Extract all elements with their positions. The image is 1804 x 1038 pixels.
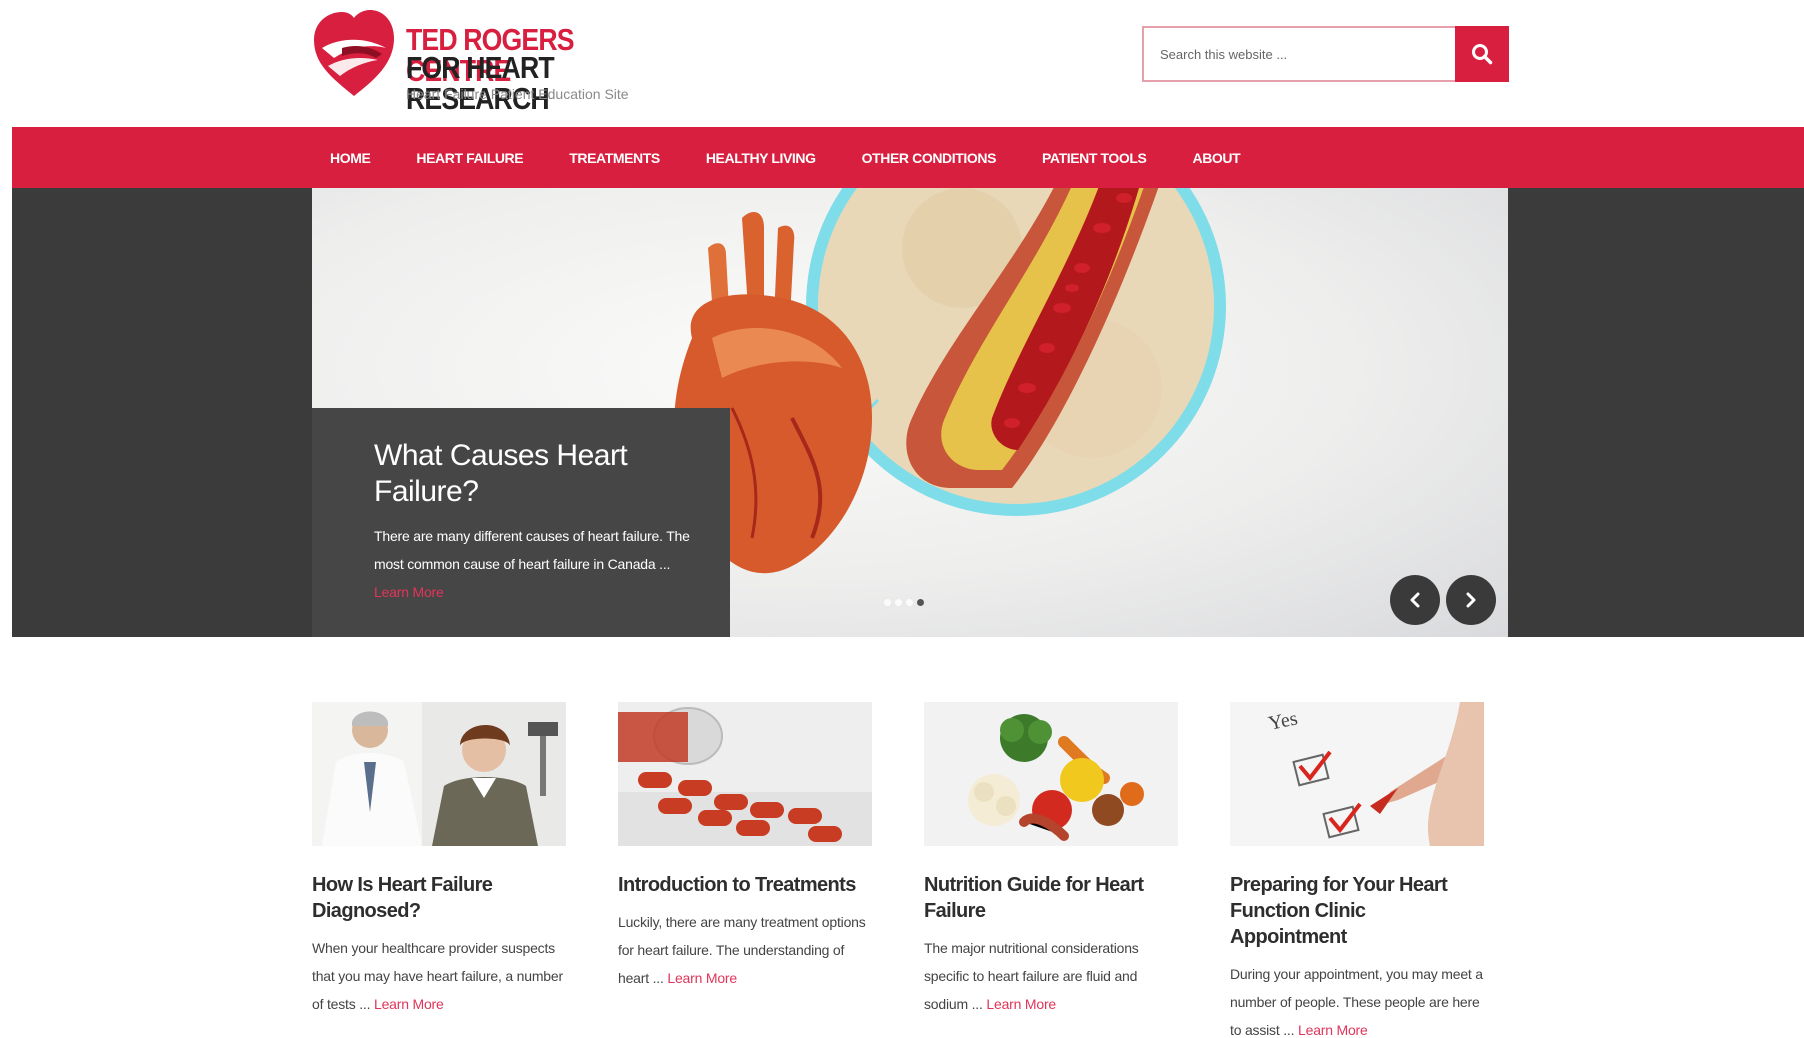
article-card: Yes Preparing for Your Heart Function Cl… — [1230, 702, 1486, 1038]
nav-item-about[interactable]: ABOUT — [1193, 150, 1241, 166]
slider-dot[interactable] — [884, 599, 891, 606]
search-icon — [1472, 44, 1493, 65]
nav-item-patient-tools[interactable]: PATIENT TOOLS — [1042, 150, 1147, 166]
checklist-thumbnail: Yes — [1230, 702, 1484, 846]
nav-item-heart-failure[interactable]: HEART FAILURE — [416, 150, 523, 166]
article-title[interactable]: How Is Heart Failure Diagnosed? — [312, 872, 568, 924]
article-excerpt: Luckily, there are many treatment option… — [618, 908, 874, 992]
main-nav: HOME HEART FAILURE TREATMENTS HEALTHY LI… — [12, 127, 1804, 188]
pills-image[interactable] — [618, 702, 872, 846]
site-logo[interactable]: TED ROGERS CENTRE FOR HEART RESEARCH Hea… — [312, 8, 672, 114]
article-card: How Is Heart Failure Diagnosed? When you… — [312, 702, 568, 1018]
slider-dot[interactable] — [895, 599, 902, 606]
article-excerpt: The major nutritional considerations spe… — [924, 934, 1180, 1018]
doctor-patient-image[interactable] — [312, 702, 566, 846]
article-excerpt: During your appointment, you may meet a … — [1230, 960, 1486, 1038]
hero-title[interactable]: What Causes Heart Failure? — [374, 438, 700, 510]
vegetables-thumbnail — [924, 702, 1178, 846]
article-title[interactable]: Preparing for Your Heart Function Clinic… — [1230, 872, 1486, 950]
search-input[interactable] — [1142, 26, 1456, 82]
hero-excerpt-text: There are many different causes of heart… — [374, 528, 690, 572]
nav-item-treatments[interactable]: TREATMENTS — [569, 150, 660, 166]
hero-caption: What Causes Heart Failure? There are man… — [312, 408, 730, 637]
chevron-right-icon — [1466, 592, 1476, 608]
hero-excerpt: There are many different causes of heart… — [374, 522, 700, 606]
nav-item-healthy-living[interactable]: HEALTHY LIVING — [706, 150, 816, 166]
brand-tagline: Heart Failure Patient Education Site — [406, 86, 629, 102]
slider-pagination — [884, 599, 924, 606]
article-title[interactable]: Introduction to Treatments — [618, 872, 874, 898]
article-title[interactable]: Nutrition Guide for Heart Failure — [924, 872, 1180, 924]
slider-dot-active[interactable] — [917, 599, 924, 606]
chevron-left-icon — [1410, 592, 1420, 608]
search-form — [1142, 26, 1509, 82]
article-card: Introduction to Treatments Luckily, ther… — [618, 702, 874, 992]
featured-articles: How Is Heart Failure Diagnosed? When you… — [312, 702, 1512, 1038]
nav-item-other-conditions[interactable]: OTHER CONDITIONS — [862, 150, 997, 166]
heart-logo-icon — [314, 10, 394, 96]
pills-thumbnail — [618, 702, 872, 846]
vegetables-image[interactable] — [924, 702, 1178, 846]
learn-more-link[interactable]: Learn More — [667, 970, 737, 986]
learn-more-link[interactable]: Learn More — [986, 996, 1056, 1012]
learn-more-link[interactable]: Learn More — [1298, 1022, 1368, 1038]
brand-line-2: FOR HEART RESEARCH — [406, 50, 555, 116]
slider-dot[interactable] — [906, 599, 913, 606]
article-excerpt-text: Luckily, there are many treatment option… — [618, 914, 866, 986]
slider-next-button[interactable] — [1446, 575, 1496, 625]
nav-item-home[interactable]: HOME — [330, 150, 371, 166]
hero-learn-more-link[interactable]: Learn More — [374, 584, 444, 600]
search-button[interactable] — [1455, 26, 1509, 82]
article-card: Nutrition Guide for Heart Failure The ma… — [924, 702, 1180, 1018]
article-excerpt: When your healthcare provider suspects t… — [312, 934, 568, 1018]
doctor-patient-thumbnail — [312, 702, 566, 846]
learn-more-link[interactable]: Learn More — [374, 996, 444, 1012]
slider-prev-button[interactable] — [1390, 575, 1440, 625]
hero-slide[interactable]: What Causes Heart Failure? There are man… — [312, 188, 1508, 637]
site-header: TED ROGERS CENTRE FOR HEART RESEARCH Hea… — [0, 0, 1804, 127]
checklist-image[interactable]: Yes — [1230, 702, 1484, 846]
